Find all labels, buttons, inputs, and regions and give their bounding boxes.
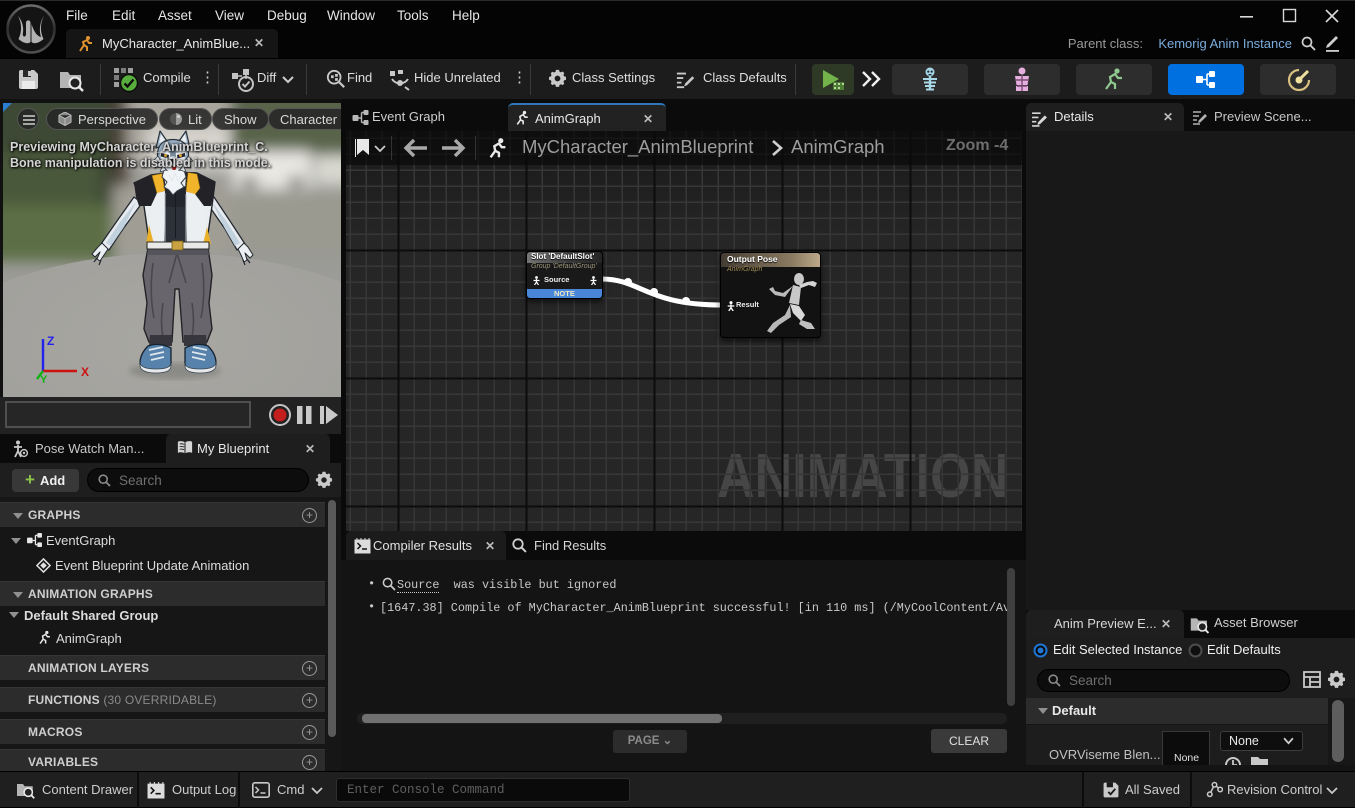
svg-text:X: X — [81, 365, 89, 379]
svg-text:Y: Y — [40, 374, 48, 383]
svg-text:Z: Z — [47, 334, 54, 348]
